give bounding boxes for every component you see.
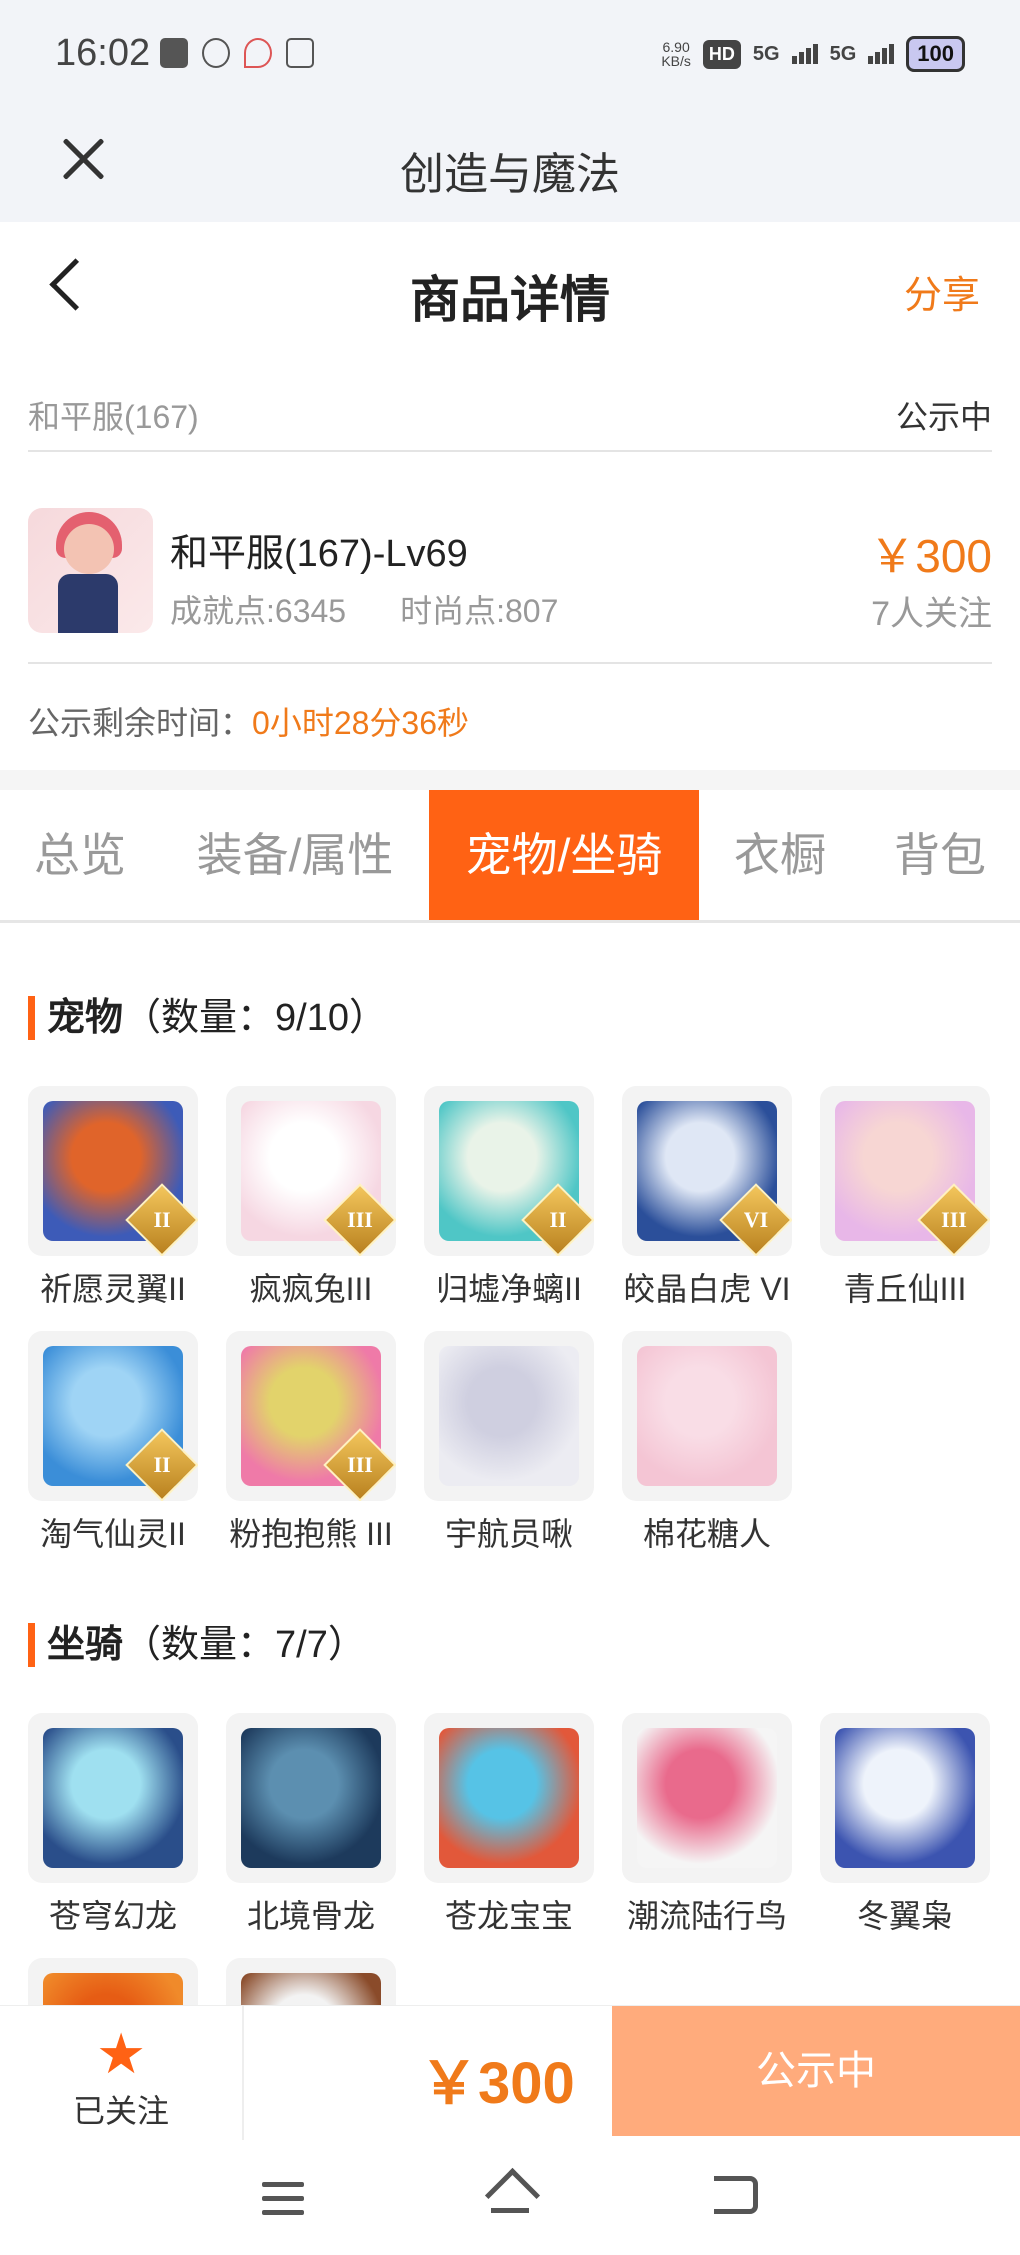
pet-thumbnail: III — [226, 1331, 396, 1501]
mount-name: 潮流陆行鸟 — [626, 1898, 787, 1934]
remaining-time: 公示剩余时间：0小时28分36秒 — [28, 705, 470, 741]
star-icon: ★ — [96, 2022, 147, 2085]
notification-icons — [160, 38, 314, 68]
pets-section-title: 宠物（数量：9/10） — [28, 996, 387, 1040]
home-icon[interactable] — [484, 2167, 541, 2224]
pet-thumbnail: II — [424, 1086, 594, 1256]
mount-name: 冬翼枭 — [856, 1898, 953, 1934]
link-icon — [202, 38, 230, 68]
tab-overview[interactable]: 总览 — [0, 790, 160, 920]
app-title: 创造与魔法 — [400, 150, 620, 199]
character-avatar — [28, 508, 153, 633]
clipboard-icon — [160, 38, 188, 68]
mount-thumbnail — [424, 1713, 594, 1883]
character-stats: 成就点:6345 时尚点:807 — [170, 586, 558, 632]
countdown: 0小时28分36秒 — [252, 705, 470, 741]
server-row: 和平服(167) 公示中 — [28, 380, 992, 452]
follower-count: 7人关注 — [871, 595, 992, 633]
menu-icon[interactable] — [262, 2182, 304, 2224]
pet-thumbnail: III — [820, 1086, 990, 1256]
page-header: 商品详情 分享 — [0, 222, 1020, 352]
location-pin-icon — [244, 38, 272, 68]
bottom-price: ￥300 — [420, 2051, 575, 2116]
pet-thumbnail: VI — [622, 1086, 792, 1256]
follow-button[interactable]: ★ 已关注 — [0, 2006, 244, 2141]
pet-image — [439, 1346, 579, 1486]
mount-name: 北境骨龙 — [246, 1898, 375, 1934]
mount-thumbnail — [226, 1713, 396, 1883]
pet-thumbnail: III — [226, 1086, 396, 1256]
mount-image — [835, 1728, 975, 1868]
mount-image — [43, 1728, 183, 1868]
mount-image — [637, 1728, 777, 1868]
pet-image — [637, 1346, 777, 1486]
detail-tabs: 总览 装备/属性 宠物/坐骑 衣橱 背包 — [0, 790, 1020, 923]
mount-name: 苍龙宝宝 — [444, 1898, 573, 1934]
tab-pets-mounts[interactable]: 宠物/坐骑 — [429, 790, 699, 920]
pet-name: 疯疯兔III — [249, 1271, 373, 1307]
character-name: 和平服(167)-Lv69 — [170, 533, 468, 575]
game-app-icon — [286, 38, 314, 68]
pet-name: 祈愿灵翼II — [40, 1271, 186, 1307]
network-speed: 6.90 KB/s — [661, 39, 691, 69]
app-bar: 创造与魔法 — [0, 110, 1020, 222]
pet-name: 棉花糖人 — [642, 1516, 771, 1552]
pet-name: 宇航员啾 — [444, 1516, 573, 1552]
system-indicators: 6.90 KB/s HD 5G 5G 100 — [661, 36, 965, 72]
mount-thumbnail — [28, 1713, 198, 1883]
pet-thumbnail: II — [28, 1086, 198, 1256]
pet-name: 粉抱抱熊 III — [229, 1516, 393, 1552]
status-badge: 公示中 — [895, 399, 992, 435]
battery-icon: 100 — [906, 36, 965, 72]
mount-image — [439, 1728, 579, 1868]
system-nav-bar — [0, 2140, 1020, 2255]
follow-label: 已关注 — [72, 2093, 169, 2129]
mounts-section-title: 坐骑（数量：7/7） — [28, 1623, 366, 1667]
divider — [0, 770, 1020, 790]
publicity-button[interactable]: 公示中 — [612, 2006, 1020, 2136]
price: ￥300 — [869, 530, 992, 582]
pet-name: 归墟净螭II — [436, 1271, 582, 1307]
pet-thumbnail — [622, 1331, 792, 1501]
hd-icon: HD — [702, 39, 741, 69]
pet-name: 青丘仙III — [843, 1271, 967, 1307]
mount-name: 苍穹幻龙 — [48, 1898, 177, 1934]
status-bar: 16:02 6.90 KB/s HD 5G 5G 100 — [0, 0, 1020, 110]
mount-thumbnail — [622, 1713, 792, 1883]
clock: 16:02 — [55, 32, 151, 74]
mount-thumbnail — [820, 1713, 990, 1883]
fashion-points: 时尚点:807 — [400, 593, 559, 629]
achievement-points: 成就点:6345 — [170, 593, 347, 629]
signal-icon — [868, 44, 895, 64]
pet-name: 淘气仙灵II — [40, 1516, 186, 1552]
product-card[interactable]: 和平服(167)-Lv69 成就点:6345 时尚点:807 ￥300 7人关注 — [28, 480, 992, 664]
pet-thumbnail — [424, 1331, 594, 1501]
mount-image — [241, 1728, 381, 1868]
bottom-action-bar: ★ 已关注 ￥300 公示中 — [0, 2005, 1020, 2141]
back-icon[interactable] — [714, 2176, 758, 2214]
signal-icon — [791, 44, 818, 64]
share-button[interactable]: 分享 — [904, 264, 980, 319]
tab-wardrobe[interactable]: 衣橱 — [710, 790, 850, 920]
signal-5g-label-1: 5G — [752, 42, 780, 65]
signal-5g-label-2: 5G — [829, 42, 857, 65]
pet-thumbnail: II — [28, 1331, 198, 1501]
pet-name: 皎晶白虎 VI — [623, 1271, 791, 1307]
tab-equipment[interactable]: 装备/属性 — [175, 790, 415, 920]
page-title: 商品详情 — [410, 272, 610, 328]
tab-backpack[interactable]: 背包 — [870, 790, 1010, 920]
server-name: 和平服(167) — [28, 399, 199, 435]
